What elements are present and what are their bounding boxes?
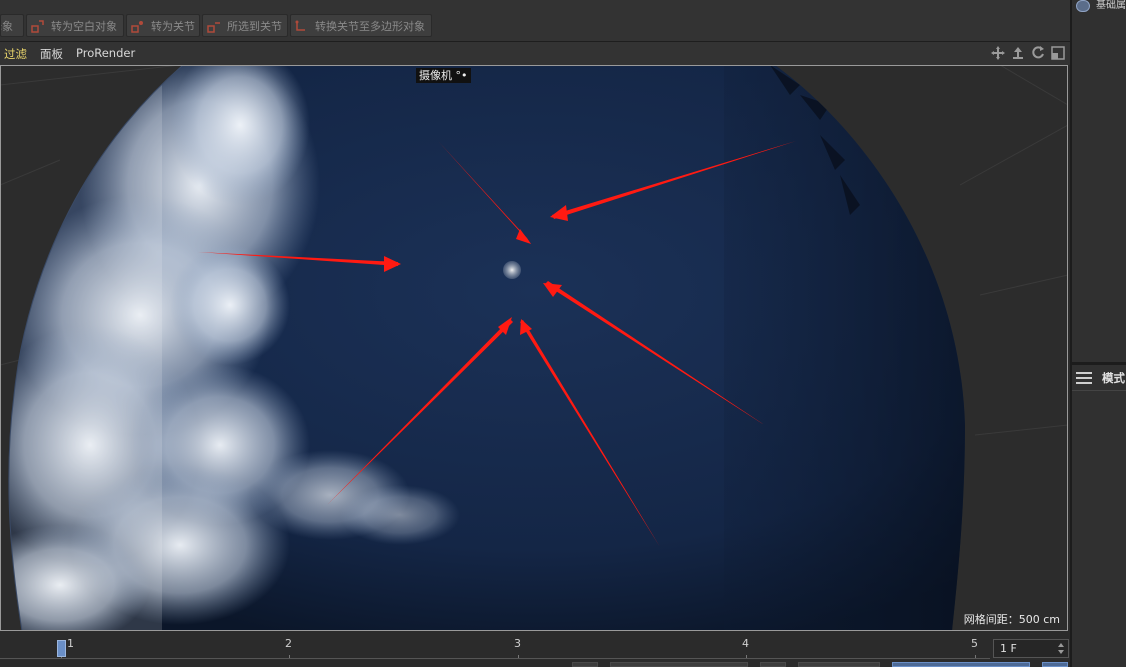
joint-to-polygon-button[interactable]: 转换关节至多边形对象 <box>290 14 432 37</box>
spinner-icon[interactable] <box>1057 642 1065 655</box>
camera-dots-icon: °• <box>455 69 468 82</box>
basic-attributes-label: 基础属 <box>1096 0 1126 11</box>
convert-to-null-button[interactable]: 转为空白对象 <box>26 14 124 37</box>
null-object-icon <box>31 19 45 33</box>
viewport-menu-bar: 过滤 面板 ProRender <box>0 42 1070 65</box>
3d-viewport[interactable]: 摄像机 °• 网格间距：500 cm <box>0 65 1068 631</box>
top-toolbar: 择象 转为空白对象 转为关节 所选到关节 转换关节至多边形对象 <box>0 0 1070 42</box>
mode-menu[interactable]: 模式 <box>1076 368 1125 388</box>
menu-filter[interactable]: 过滤 <box>4 46 27 62</box>
viewport-nav-icons <box>990 45 1066 61</box>
target-point <box>503 261 521 279</box>
timeline-ruler[interactable]: 1 2 3 4 5 <box>0 634 990 659</box>
playhead[interactable] <box>57 640 66 657</box>
menu-icon[interactable] <box>1076 372 1092 384</box>
playback-button[interactable] <box>1042 662 1068 667</box>
move-icon[interactable] <box>990 45 1006 61</box>
attribute-tag-icon <box>1076 0 1090 12</box>
playback-button[interactable] <box>892 662 1030 667</box>
basic-attributes-tab[interactable]: 基础属 <box>1076 0 1126 12</box>
sky-sphere <box>8 65 966 631</box>
selection-to-joint-button[interactable]: 所选到关节 <box>202 14 288 37</box>
joint-polygon-icon <box>295 19 309 33</box>
toolbar-button-label: 择象 <box>1 19 13 33</box>
viewport-scene <box>0 65 1068 631</box>
rotate-icon[interactable] <box>1030 45 1046 61</box>
playback-button[interactable] <box>760 662 786 667</box>
camera-label-text: 摄像机 <box>419 69 452 82</box>
playback-button[interactable] <box>572 662 598 667</box>
selection-joint-icon <box>207 19 221 33</box>
current-frame-value: 1 F <box>1000 642 1017 655</box>
timeline-tick-label: 4 <box>742 637 749 650</box>
playback-button[interactable] <box>798 662 880 667</box>
mode-label: 模式 <box>1102 371 1125 385</box>
convert-to-joint-button[interactable]: 转为关节 <box>126 14 200 37</box>
timeline-tick-label: 3 <box>514 637 521 650</box>
toolbar-button-label: 转为关节 <box>151 19 195 33</box>
toolbar-button-label: 转为空白对象 <box>51 19 117 33</box>
playback-button[interactable] <box>610 662 748 667</box>
maximize-icon[interactable] <box>1050 45 1066 61</box>
timeline-tick-label: 1 <box>67 637 74 650</box>
mode-divider <box>1072 390 1126 391</box>
toolbar-button-label: 所选到关节 <box>227 19 282 33</box>
timeline-tick-label: 5 <box>971 637 978 650</box>
timeline[interactable]: 1 2 3 4 5 1 F <box>0 631 1070 667</box>
camera-label[interactable]: 摄像机 °• <box>416 68 471 83</box>
toolbar-button-label: 转换关节至多边形对象 <box>315 19 425 33</box>
vertical-move-icon[interactable] <box>1010 45 1026 61</box>
playback-controls-strip <box>0 662 1070 667</box>
joint-icon <box>131 19 145 33</box>
panel-divider[interactable] <box>1072 362 1126 365</box>
timeline-tick-label: 2 <box>285 637 292 650</box>
ruler-baseline <box>0 658 990 659</box>
attributes-panel: 基础属 模式 <box>1070 0 1126 667</box>
toolbar-button-partial[interactable]: 择象 <box>0 14 24 37</box>
current-frame-field[interactable]: 1 F <box>993 639 1069 658</box>
menu-panel[interactable]: 面板 <box>40 46 63 62</box>
menu-prorender[interactable]: ProRender <box>76 46 135 60</box>
grid-spacing-label: 网格间距：500 cm <box>963 613 1060 626</box>
